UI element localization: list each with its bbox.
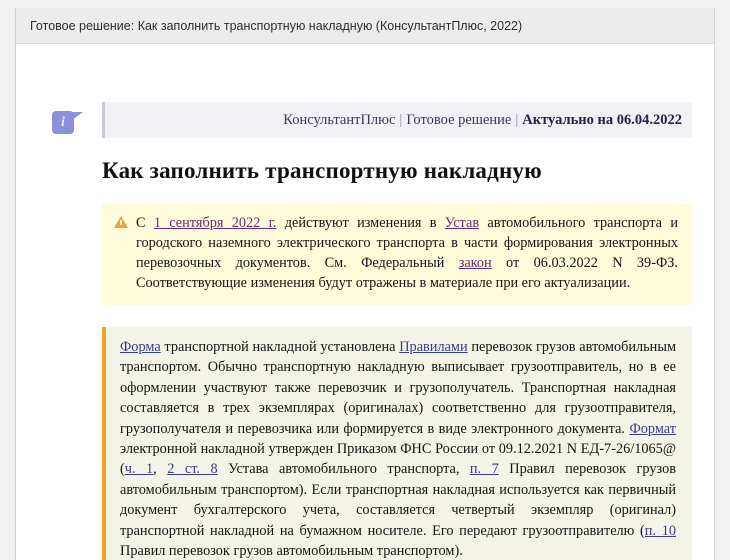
doc-link[interactable]: закон — [459, 255, 492, 271]
document-body: i КонсультантПлюс | Готовое решение | Ак… — [16, 44, 714, 560]
doc-link[interactable]: 2 ст. 8 — [167, 461, 217, 477]
page-title: Как заполнить транспортную накладную — [102, 158, 542, 183]
alert-text: С 1 сентября 2022 г. действуют изменения… — [136, 215, 678, 291]
alert-callout: С 1 сентября 2022 г. действуют изменения… — [102, 204, 692, 305]
doc-link[interactable]: ч. 1 — [125, 461, 153, 477]
doc-link[interactable]: п. 7 — [470, 461, 499, 477]
doc-link[interactable]: Форма — [120, 339, 161, 355]
breadcrumb-separator-2: | — [515, 111, 519, 128]
window-titlebar: Готовое решение: Как заполнить транспорт… — [16, 8, 714, 44]
info-bubble-letter: i — [61, 115, 65, 130]
breadcrumb-brand: КонсультантПлюс — [283, 111, 396, 128]
info-bubble-icon[interactable]: i — [41, 106, 83, 140]
document-content-column: КонсультантПлюс | Готовое решение | Акту… — [102, 44, 692, 560]
breadcrumb: КонсультантПлюс | Готовое решение | Акту… — [102, 102, 692, 138]
breadcrumb-separator-1: | — [399, 111, 403, 128]
document-window: Готовое решение: Как заполнить транспорт… — [15, 8, 715, 560]
warning-triangle-icon — [114, 216, 130, 228]
main-content-text: Форма транспортной накладной установлена… — [120, 339, 676, 560]
doc-link[interactable]: Устав — [445, 215, 479, 231]
window-title: Готовое решение: Как заполнить транспорт… — [30, 18, 523, 33]
doc-link[interactable]: Правилами — [399, 339, 467, 355]
doc-link[interactable]: Формат — [629, 421, 676, 437]
main-content-callout: Форма транспортной накладной установлена… — [102, 327, 692, 560]
breadcrumb-section: Готовое решение — [406, 111, 512, 128]
doc-link[interactable]: п. 10 — [645, 523, 676, 539]
doc-link[interactable]: 1 сентября 2022 г. — [154, 215, 277, 231]
status-badge: Актуально на 06.04.2022 — [522, 111, 682, 128]
